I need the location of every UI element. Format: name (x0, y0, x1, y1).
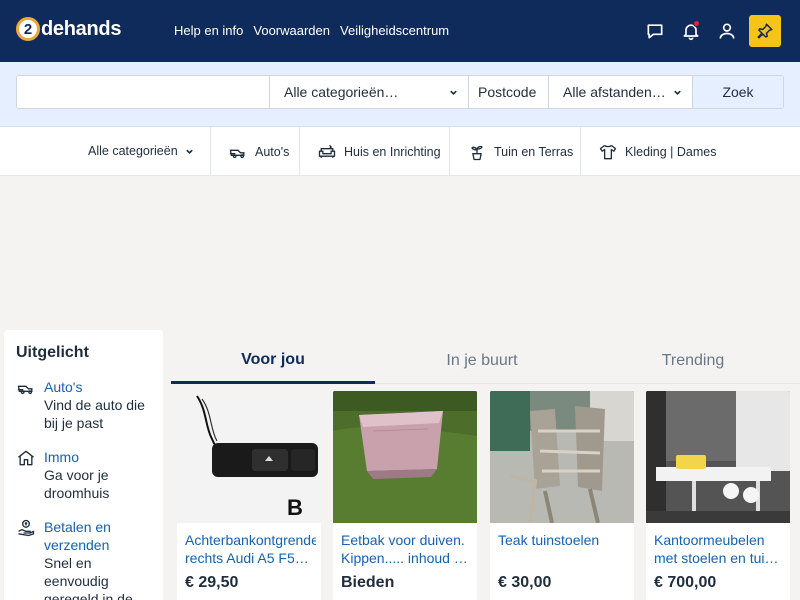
nav-help-link[interactable]: Help en info (174, 23, 243, 38)
user-icon (719, 23, 735, 39)
sidebar-item-title[interactable]: Auto's (44, 378, 156, 396)
category-select-value: Alle categorieën… (284, 84, 399, 100)
sidebar-item-autos[interactable]: Auto's Vind de auto die bij je past (16, 378, 156, 432)
category-item-label: Auto's (255, 144, 290, 159)
listing-price: € 30,00 (498, 574, 552, 591)
listing-card[interactable]: B Achterbankontgrendeling rechts Audi A5… (177, 391, 321, 600)
listing-price: € 700,00 (654, 574, 717, 591)
chevron-down-icon (674, 90, 681, 95)
search-bar: Alle categorieën… Alle afstanden… Zoek (16, 75, 784, 109)
notification-dot (693, 20, 700, 27)
listing-price: € 29,50 (185, 574, 239, 591)
listing-title[interactable]: Teak tuinstoelen (498, 531, 629, 549)
category-item-autos[interactable]: Auto's (210, 127, 289, 176)
place-ad-button[interactable] (749, 15, 781, 47)
nav-safety-link[interactable]: Veiligheidscentrum (340, 23, 449, 38)
search-button[interactable]: Zoek (692, 76, 783, 108)
sidebar-item-immo[interactable]: Immo Ga voor je droomhuis (16, 448, 156, 502)
listing-image (490, 391, 634, 523)
featured-sidebar: Uitgelicht Auto's Vind de auto die bij j… (4, 330, 163, 600)
pin-icon (757, 23, 773, 39)
listing-card[interactable]: Kantoormeubelen met stoelen en tui… € 70… (646, 391, 790, 600)
chevron-down-icon (185, 149, 193, 154)
plant-icon (471, 145, 483, 160)
listing-price: Bieden (341, 574, 395, 591)
logo[interactable]: 2 dehands (16, 16, 121, 42)
category-item-label: Tuin en Terras (494, 144, 574, 159)
sidebar-item-desc: Vind de auto die bij je past (44, 397, 145, 431)
listing-title[interactable]: Eetbak voor duiven. Kippen..... inhoud … (341, 531, 472, 567)
tab-voor-jou[interactable]: Voor jou (171, 338, 375, 384)
sidebar-item-desc: Ga voor je droomhuis (44, 467, 110, 501)
category-item-tuin[interactable]: Tuin en Terras (449, 127, 573, 176)
nav-terms-link[interactable]: Voorwaarden (253, 23, 330, 38)
sidebar-item-title[interactable]: Betalen en verzenden (44, 518, 156, 554)
category-bar: Alle categorieën Auto's Huis en Inrichti… (0, 127, 800, 176)
all-categories-dropdown[interactable]: Alle categorieën (88, 144, 194, 158)
category-select[interactable]: Alle categorieën… (269, 76, 468, 108)
category-item-label: Huis en Inrichting (344, 144, 441, 159)
account-button[interactable] (711, 15, 743, 47)
top-nav: Help en info Voorwaarden Veiligheidscent… (174, 23, 449, 38)
header-actions (639, 15, 781, 47)
tab-trending[interactable]: Trending (589, 338, 797, 384)
sidebar-item-payment[interactable]: Betalen en verzenden Snel en eenvoudig g… (16, 518, 156, 600)
notifications-button[interactable] (675, 15, 707, 47)
distance-select-value: Alle afstanden… (563, 84, 666, 100)
top-header: 2 dehands Help en info Voorwaarden Veili… (0, 0, 800, 62)
car-icon (229, 149, 245, 158)
messages-button[interactable] (639, 15, 671, 47)
search-band: Alle categorieën… Alle afstanden… Zoek (0, 62, 800, 127)
distance-select[interactable]: Alle afstanden… (548, 76, 692, 108)
svg-text:B: B (287, 495, 303, 520)
listing-card[interactable]: Teak tuinstoelen € 30,00 (490, 391, 634, 600)
listing-title[interactable]: Kantoormeubelen met stoelen en tui… (654, 531, 785, 567)
clothing-icon (599, 144, 617, 159)
listing-title[interactable]: Achterbankontgrendeling rechts Audi A5 F… (185, 531, 316, 567)
listing-image (646, 391, 790, 523)
sidebar-item-title[interactable]: Immo (44, 448, 156, 466)
sofa-icon (318, 144, 336, 158)
category-item-kleding[interactable]: Kleding | Dames (580, 127, 800, 176)
feed-tabs: Voor jou In je buurt Trending (171, 338, 800, 384)
postcode-input[interactable] (468, 76, 548, 108)
all-categories-label: Alle categorieën (88, 144, 178, 158)
car-icon (17, 385, 33, 395)
tab-in-je-buurt[interactable]: In je buurt (380, 338, 584, 384)
house-icon (18, 450, 34, 466)
logo-text: dehands (41, 17, 122, 40)
sidebar-item-desc: Snel en eenvoudig geregeld in de (44, 555, 133, 600)
sidebar-title: Uitgelicht (16, 344, 89, 361)
chevron-down-icon (450, 90, 457, 95)
listing-image (333, 391, 477, 523)
category-item-label: Kleding | Dames (625, 144, 717, 159)
payment-icon (18, 519, 35, 537)
chat-icon (647, 24, 663, 39)
search-input[interactable] (17, 76, 269, 108)
listing-image: B (177, 391, 321, 523)
category-item-huis[interactable]: Huis en Inrichting (299, 127, 441, 176)
logo-mark: 2 (16, 17, 40, 41)
listing-card[interactable]: Eetbak voor duiven. Kippen..... inhoud …… (333, 391, 477, 600)
